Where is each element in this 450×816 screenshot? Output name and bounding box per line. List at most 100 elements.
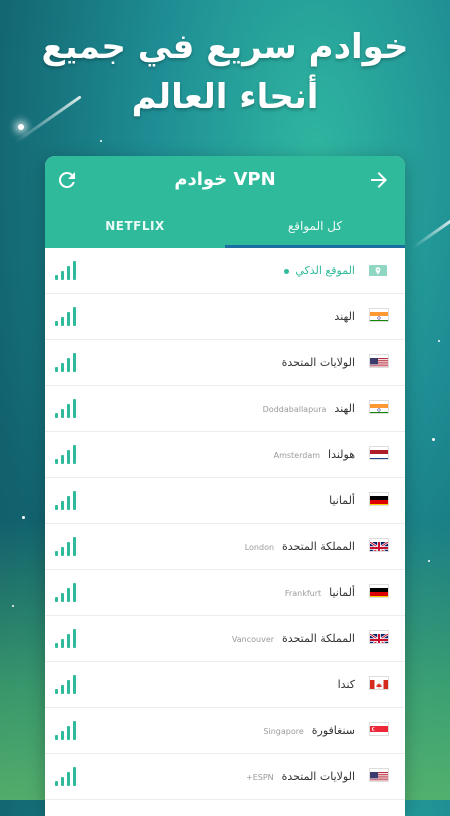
server-location: الولايات المتحدة ESPN+ — [246, 754, 355, 800]
server-city: Doddaballapura — [262, 405, 327, 414]
signal-bar — [73, 307, 76, 326]
germany-flag-icon — [369, 584, 389, 598]
server-location: المملكة المتحدة London — [245, 524, 355, 570]
canada-flag-icon — [369, 676, 389, 690]
star — [100, 140, 102, 142]
server-country: الولايات المتحدة — [281, 770, 355, 783]
server-country: الهند — [334, 402, 355, 415]
uk-flag-icon — [369, 538, 389, 552]
server-row[interactable]: كندا — [45, 662, 405, 708]
tab-all-locations[interactable]: كل المواقع — [225, 208, 405, 248]
server-country: ألمانيا — [329, 494, 355, 507]
tab-bar: NETFLIX كل المواقع — [45, 208, 405, 248]
signal-bar — [67, 772, 70, 786]
star — [428, 560, 430, 562]
server-row[interactable]: الهند Doddaballapura — [45, 386, 405, 432]
server-location: الولايات المتحدة — [282, 340, 355, 385]
signal-bar — [61, 639, 64, 648]
germany-flag-icon — [369, 492, 389, 506]
signal-strength-icon — [55, 628, 79, 648]
server-city: Vancouver — [231, 635, 275, 644]
signal-strength-icon — [55, 766, 79, 786]
signal-bar — [55, 459, 58, 464]
server-country: سنغافورة — [311, 724, 355, 737]
signal-bar — [73, 399, 76, 418]
signal-bar — [73, 537, 76, 556]
server-country: الولايات المتحدة — [281, 356, 355, 369]
signal-bar — [55, 597, 58, 602]
signal-strength-icon — [55, 674, 79, 694]
signal-bar — [73, 721, 76, 740]
server-location: الهند — [334, 294, 355, 339]
signal-strength-icon — [55, 444, 79, 464]
server-location: سنغافورة Singapore — [263, 708, 355, 754]
signal-bar — [55, 275, 58, 280]
signal-bar — [61, 593, 64, 602]
server-row[interactable]: هولندا Amsterdam — [45, 432, 405, 478]
server-location: ألمانيا — [329, 478, 355, 523]
signal-bar — [67, 450, 70, 464]
signal-strength-icon — [55, 582, 79, 602]
server-city: Singapore — [263, 727, 304, 736]
signal-bar — [73, 353, 76, 372]
star — [432, 438, 435, 441]
headline-line-1: خوادم سريع في جميع — [41, 27, 409, 67]
server-country: هولندا — [328, 448, 355, 461]
signal-bar — [73, 261, 76, 280]
signal-bar — [55, 781, 58, 786]
signal-bar — [55, 689, 58, 694]
server-city: London — [244, 543, 275, 552]
server-country: كندا — [337, 678, 355, 691]
signal-bar — [61, 547, 64, 556]
signal-bar — [61, 455, 64, 464]
server-row[interactable]: الهند — [45, 294, 405, 340]
arrow-right-icon[interactable] — [367, 168, 391, 192]
signal-bar — [67, 634, 70, 648]
server-row[interactable]: الموقع الذكي — [45, 248, 405, 294]
usa-flag-icon — [369, 768, 389, 782]
signal-strength-icon — [55, 536, 79, 556]
server-country: المملكة المتحدة — [282, 632, 355, 645]
server-row[interactable]: ألمانيا Frankfurt — [45, 570, 405, 616]
signal-bar — [61, 685, 64, 694]
singapore-flag-icon — [369, 722, 389, 736]
server-row[interactable]: الولايات المتحدة ESPN+ — [45, 754, 405, 800]
server-location: الهند Doddaballapura — [263, 386, 355, 432]
signal-strength-icon — [55, 260, 79, 280]
headline: خوادم سريع في جميع أنحاء العالم — [0, 22, 450, 122]
signal-bar — [55, 735, 58, 740]
signal-bar — [61, 777, 64, 786]
server-row[interactable]: المملكة المتحدة Vancouver — [45, 616, 405, 662]
server-city: Frankfurt — [284, 589, 322, 598]
server-row[interactable]: سنغافورة Singapore — [45, 708, 405, 754]
server-city: ESPN+ — [245, 773, 274, 782]
server-location: هولندا Amsterdam — [274, 432, 355, 478]
star — [18, 124, 24, 130]
india-flag-icon — [369, 400, 389, 414]
star — [22, 516, 25, 519]
signal-bar — [67, 404, 70, 418]
signal-bar — [61, 731, 64, 740]
signal-bar — [61, 271, 64, 280]
signal-bar — [73, 629, 76, 648]
app-bar: خوادم VPN NETFLIX كل المواقع — [45, 156, 405, 248]
server-country: الهند — [334, 310, 355, 323]
signal-strength-icon — [55, 720, 79, 740]
signal-bar — [67, 588, 70, 602]
server-row[interactable]: المملكة المتحدة London — [45, 524, 405, 570]
signal-bar — [67, 542, 70, 556]
star — [12, 605, 14, 607]
server-row[interactable]: ألمانيا — [45, 478, 405, 524]
server-row[interactable]: الولايات المتحدة — [45, 340, 405, 386]
signal-bar — [61, 363, 64, 372]
usa-flag-icon — [369, 354, 389, 368]
server-location: كندا — [338, 662, 355, 707]
signal-bar — [55, 505, 58, 510]
server-country: المملكة المتحدة — [282, 540, 355, 553]
tab-netflix[interactable]: NETFLIX — [45, 208, 225, 248]
signal-bar — [67, 358, 70, 372]
signal-bar — [73, 491, 76, 510]
server-country: الموقع الذكي — [295, 264, 355, 277]
netherlands-flag-icon — [369, 446, 389, 460]
signal-bar — [67, 680, 70, 694]
